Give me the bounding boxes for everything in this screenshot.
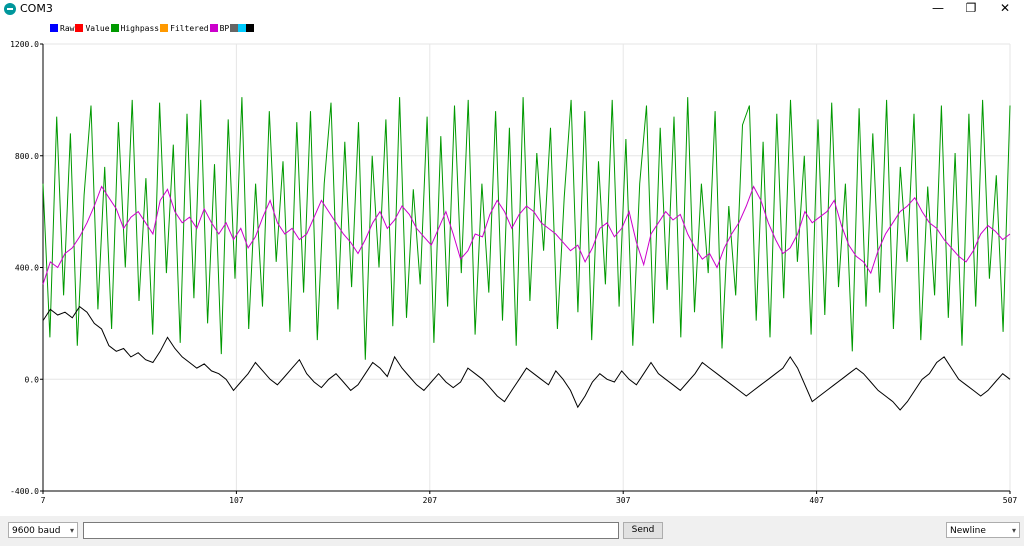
line-ending-select[interactable]: Newline ▾	[946, 522, 1020, 538]
legend-swatch	[110, 24, 119, 32]
legend-swatch	[209, 24, 218, 32]
minimize-button[interactable]: —	[922, 0, 954, 18]
series-line	[42, 305, 1011, 411]
chevron-down-icon: ▾	[1011, 526, 1016, 535]
line-ending-value: Newline	[950, 526, 986, 536]
legend-label: Filtered	[170, 23, 209, 33]
y-tick-label: 800.0	[15, 152, 39, 161]
legend-swatch	[50, 24, 58, 32]
legend-label: Value	[85, 23, 110, 33]
legend-swatch	[238, 24, 247, 32]
legend-label: Raw	[60, 23, 75, 33]
series-line	[42, 97, 1011, 360]
legend-item: Filtered	[160, 24, 210, 33]
legend-swatch	[230, 24, 239, 32]
legend-item: Raw	[50, 24, 75, 33]
maximize-button[interactable]: ❐	[955, 0, 987, 18]
send-button[interactable]: Send	[623, 522, 663, 539]
y-tick-label: 400.0	[15, 264, 39, 273]
baud-rate-value: 9600 baud	[12, 526, 61, 536]
plot-legend: Raw Value Highpass Filtered BP	[50, 22, 255, 34]
serial-send-input[interactable]	[83, 522, 619, 539]
x-tick-label: 307	[616, 496, 631, 505]
bottom-toolbar: 9600 baud ▾ Send Newline ▾	[0, 516, 1024, 546]
y-tick-label: -400.0	[10, 487, 39, 496]
legend-swatch	[160, 24, 169, 32]
legend-item	[238, 24, 247, 32]
legend-item	[230, 24, 239, 32]
legend-label: Highpass	[120, 23, 160, 33]
title-bar: COM3 — ❐ ✕	[0, 0, 1024, 18]
baud-rate-select[interactable]: 9600 baud ▾	[8, 522, 78, 538]
legend-swatch	[75, 24, 84, 32]
legend-item: Highpass	[110, 23, 161, 33]
legend-item: BP	[209, 23, 231, 33]
legend-item	[246, 24, 255, 32]
x-tick-label: 207	[423, 496, 438, 505]
y-tick-label: 0.0	[25, 375, 40, 384]
serial-plotter-chart: 1200.0 800.0 400.0 0.0 -400.07 107 207 307 407 50…	[10, 40, 1018, 505]
window-title: COM3	[20, 2, 53, 15]
x-tick-label: 407	[809, 496, 824, 505]
close-button[interactable]: ✕	[989, 0, 1021, 18]
legend-item: Value	[75, 24, 110, 33]
legend-label: BP	[219, 23, 230, 33]
y-tick-label: 1200.0	[10, 40, 39, 49]
legend-swatch	[246, 24, 255, 32]
chevron-down-icon: ▾	[69, 526, 74, 535]
x-tick-label: 7	[41, 496, 46, 505]
x-tick-label: 507	[1003, 496, 1018, 505]
arduino-icon	[4, 3, 16, 15]
x-tick-label: 107	[229, 496, 244, 505]
